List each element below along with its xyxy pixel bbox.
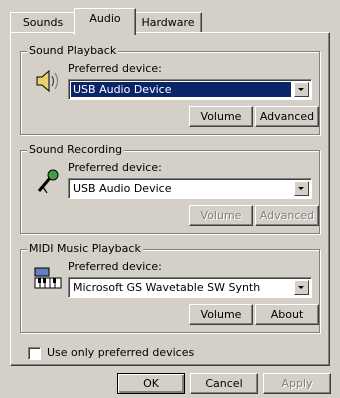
ok-button[interactable]: OK xyxy=(117,373,185,394)
playback-device-select[interactable]: USB Audio Device xyxy=(68,79,312,100)
chevron-down-icon[interactable] xyxy=(294,280,309,295)
midi-device-select[interactable]: Microsoft GS Wavetable SW Synth xyxy=(68,277,312,298)
group-legend: Sound Playback xyxy=(27,44,119,58)
use-preferred-devices-label: Use only preferred devices xyxy=(47,346,195,359)
tab-audio[interactable]: Audio xyxy=(74,8,136,35)
preferred-device-label: Preferred device: xyxy=(68,260,162,273)
midi-playback-group: MIDI Music Playback Preferred device: Mi… xyxy=(20,242,320,333)
cancel-button[interactable]: Cancel xyxy=(190,373,258,394)
midi-volume-button[interactable]: Volume xyxy=(189,304,253,325)
recording-advanced-button[interactable]: Advanced xyxy=(255,205,319,226)
sound-playback-group: Sound Playback Preferred device: USB Aud… xyxy=(20,44,320,135)
group-legend: Sound Recording xyxy=(27,143,125,157)
use-preferred-devices-checkbox[interactable] xyxy=(28,347,41,360)
chevron-down-icon[interactable] xyxy=(294,181,309,196)
apply-button[interactable]: Apply xyxy=(263,373,331,394)
preferred-device-label: Preferred device: xyxy=(68,161,162,174)
group-legend: MIDI Music Playback xyxy=(27,242,143,256)
chevron-down-icon[interactable] xyxy=(294,82,309,97)
tab-sounds[interactable]: Sounds xyxy=(10,12,76,33)
midi-keyboard-icon xyxy=(34,267,62,289)
selected-device-text: USB Audio Device xyxy=(71,82,291,97)
playback-volume-button[interactable]: Volume xyxy=(189,106,253,127)
recording-volume-button[interactable]: Volume xyxy=(189,205,253,226)
sound-recording-group: Sound Recording Preferred device: USB Au… xyxy=(20,143,320,234)
recording-device-select[interactable]: USB Audio Device xyxy=(68,178,312,199)
selected-device-text: Microsoft GS Wavetable SW Synth xyxy=(73,281,261,294)
microphone-icon xyxy=(37,169,59,194)
tab-hardware[interactable]: Hardware xyxy=(134,12,202,33)
midi-about-button[interactable]: About xyxy=(255,304,319,325)
selected-device-text: USB Audio Device xyxy=(73,182,172,195)
playback-advanced-button[interactable]: Advanced xyxy=(255,106,319,127)
speaker-icon xyxy=(36,69,59,93)
audio-panel: Sound Playback Preferred device: USB Aud… xyxy=(10,32,330,366)
preferred-device-label: Preferred device: xyxy=(68,62,162,75)
